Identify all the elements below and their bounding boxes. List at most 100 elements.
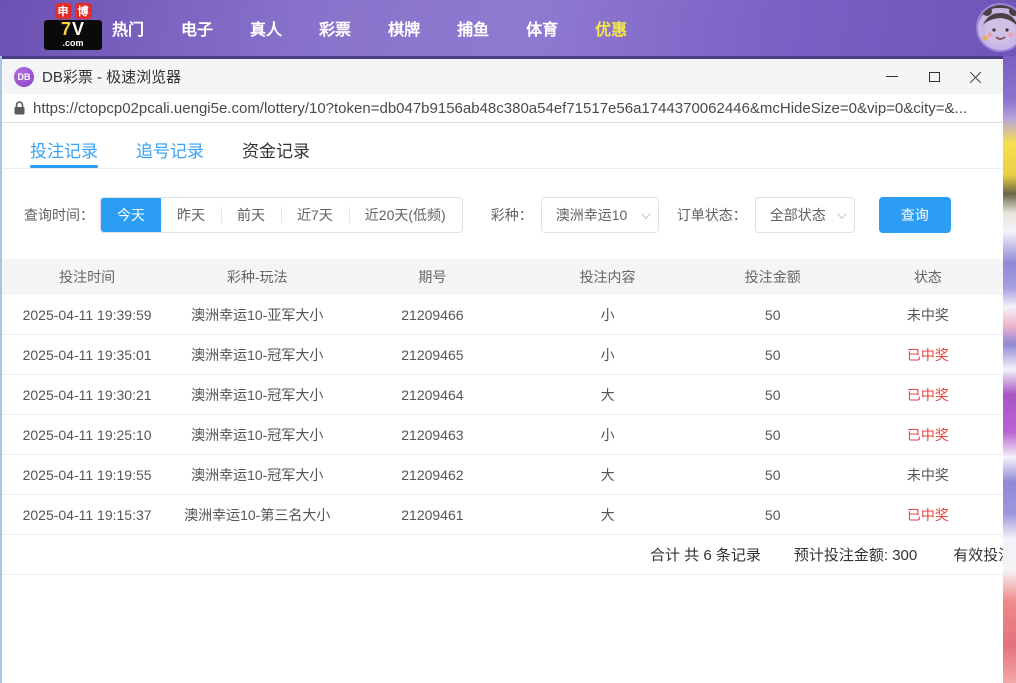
bet-issue: 21209466 xyxy=(342,307,522,323)
status-filter-label: 订单状态： xyxy=(677,205,747,225)
bet-amount: 50 xyxy=(693,427,853,443)
bet-game: 澳洲幸运10-冠军大小 xyxy=(172,345,342,365)
status-badge: 已中奖 xyxy=(853,425,1003,445)
table-row: 2025-04-11 19:35:01 澳洲幸运10-冠军大小 21209465… xyxy=(2,335,1003,375)
chevron-down-icon xyxy=(641,209,651,219)
bet-time: 2025-04-11 19:15:37 xyxy=(2,507,172,523)
tab-fund-records[interactable]: 资金记录 xyxy=(242,137,310,168)
bet-issue: 21209462 xyxy=(342,467,522,483)
bet-amount: 50 xyxy=(693,387,853,403)
minimize-button[interactable] xyxy=(871,59,913,94)
filter-bar: 查询时间： 今天 昨天 前天 近7天 近20天(低频) 彩种： 澳洲幸运10 订… xyxy=(24,197,1003,233)
logo-badges: 申 博 xyxy=(44,3,102,19)
nav-item-cards[interactable]: 棋牌 xyxy=(388,16,420,40)
bet-time: 2025-04-11 19:35:01 xyxy=(2,347,172,363)
maximize-icon xyxy=(929,72,940,82)
window-title: DB彩票 - 极速浏览器 xyxy=(42,66,181,87)
lottery-select-value: 澳洲幸运10 xyxy=(556,205,628,225)
bet-amount: 50 xyxy=(693,467,853,483)
maximize-button[interactable] xyxy=(913,59,955,94)
bet-time: 2025-04-11 19:30:21 xyxy=(2,387,172,403)
bet-content: 小 xyxy=(522,305,692,325)
bet-content: 大 xyxy=(522,505,692,525)
bet-issue: 21209464 xyxy=(342,387,522,403)
lottery-select[interactable]: 澳洲幸运10 xyxy=(541,197,659,233)
window-titlebar[interactable]: DB DB彩票 - 极速浏览器 xyxy=(2,56,1003,94)
close-icon xyxy=(970,71,982,83)
logo-badge-bo: 博 xyxy=(75,3,92,19)
bet-amount: 50 xyxy=(693,307,853,323)
lock-icon xyxy=(14,101,25,115)
bet-game: 澳洲幸运10-冠军大小 xyxy=(172,425,342,445)
bet-time: 2025-04-11 19:39:59 xyxy=(2,307,172,323)
bet-time: 2025-04-11 19:19:55 xyxy=(2,467,172,483)
nav-item-promo[interactable]: 优惠 xyxy=(595,16,627,40)
browser-window: DB DB彩票 - 极速浏览器 https://ctopcp02pcali.ue… xyxy=(0,56,1003,683)
user-avatar[interactable] xyxy=(976,3,1016,52)
nav-item-sports[interactable]: 体育 xyxy=(526,16,558,40)
time-option-today[interactable]: 今天 xyxy=(101,197,161,233)
time-range-group: 今天 昨天 前天 近7天 近20天(低频) xyxy=(100,197,463,233)
table-summary-row: 合计 共 6 条记录 预计投注金额: 300 有效投注金 xyxy=(2,535,1003,575)
nav-item-lottery[interactable]: 彩票 xyxy=(319,16,351,40)
tab-chase-records[interactable]: 追号记录 xyxy=(136,137,204,168)
background-page-strip xyxy=(1003,56,1016,683)
nav-item-fishing[interactable]: 捕鱼 xyxy=(457,16,489,40)
col-header-amount: 投注金额 xyxy=(693,267,853,287)
bet-game: 澳洲幸运10-亚军大小 xyxy=(172,305,342,325)
status-badge: 已中奖 xyxy=(853,505,1003,525)
time-option-20days[interactable]: 近20天(低频) xyxy=(349,197,462,233)
time-option-yesterday[interactable]: 昨天 xyxy=(161,197,221,233)
table-row: 2025-04-11 19:15:37 澳洲幸运10-第三名大小 2120946… xyxy=(2,495,1003,535)
status-badge: 已中奖 xyxy=(853,385,1003,405)
logo-badge-shen: 申 xyxy=(55,3,72,19)
bet-amount: 50 xyxy=(693,507,853,523)
minimize-icon xyxy=(886,76,898,77)
top-navigation-bar: 申 博 7V .com 热门 电子 真人 彩票 棋牌 捕鱼 体育 优惠 xyxy=(0,0,1016,56)
chevron-down-icon xyxy=(837,209,847,219)
bet-issue: 21209463 xyxy=(342,427,522,443)
table-row: 2025-04-11 19:39:59 澳洲幸运10-亚军大小 21209466… xyxy=(2,295,1003,335)
bet-game: 澳洲幸运10-冠军大小 xyxy=(172,465,342,485)
summary-total-count: 合计 共 6 条记录 xyxy=(650,544,761,565)
col-header-game: 彩种-玩法 xyxy=(172,267,342,287)
bet-content: 大 xyxy=(522,385,692,405)
tab-bet-records[interactable]: 投注记录 xyxy=(30,137,98,168)
table-row: 2025-04-11 19:25:10 澳洲幸运10-冠军大小 21209463… xyxy=(2,415,1003,455)
status-badge: 未中奖 xyxy=(853,465,1003,485)
status-select-value: 全部状态 xyxy=(770,205,826,225)
time-filter-label: 查询时间： xyxy=(24,205,94,225)
bet-game: 澳洲幸运10-第三名大小 xyxy=(172,505,342,525)
bet-content: 小 xyxy=(522,345,692,365)
logo-seven: 7 xyxy=(61,19,72,39)
order-status-select[interactable]: 全部状态 xyxy=(755,197,855,233)
table-row: 2025-04-11 19:19:55 澳洲幸运10-冠军大小 21209462… xyxy=(2,455,1003,495)
nav-item-slots[interactable]: 电子 xyxy=(181,16,213,40)
site-logo[interactable]: 申 博 7V .com xyxy=(44,3,102,53)
bet-records-table: 投注时间 彩种-玩法 期号 投注内容 投注金额 状态 2025-04-11 19… xyxy=(2,259,1003,575)
col-header-issue: 期号 xyxy=(342,267,522,287)
nav-menu: 热门 电子 真人 彩票 棋牌 捕鱼 体育 优惠 xyxy=(112,16,627,40)
url-text[interactable]: https://ctopcp02pcali.uengi5e.com/lotter… xyxy=(33,100,967,117)
nav-item-hot[interactable]: 热门 xyxy=(112,16,144,40)
avatar-image xyxy=(978,5,1016,50)
summary-valid-amount: 有效投注金 xyxy=(953,544,1003,565)
logo-v: V xyxy=(72,19,85,39)
time-option-7days[interactable]: 近7天 xyxy=(281,197,349,233)
logo-7v-block: 7V .com xyxy=(44,20,102,50)
status-badge: 已中奖 xyxy=(853,345,1003,365)
db-favicon: DB xyxy=(14,67,34,87)
search-button[interactable]: 查询 xyxy=(879,197,951,233)
record-tabs: 投注记录 追号记录 资金记录 xyxy=(2,123,1003,169)
bet-issue: 21209461 xyxy=(342,507,522,523)
status-badge: 未中奖 xyxy=(853,305,1003,325)
time-option-daybefore[interactable]: 前天 xyxy=(221,197,281,233)
nav-item-live[interactable]: 真人 xyxy=(250,16,282,40)
col-header-time: 投注时间 xyxy=(2,267,172,287)
address-bar[interactable]: https://ctopcp02pcali.uengi5e.com/lotter… xyxy=(2,94,1003,123)
col-header-content: 投注内容 xyxy=(522,267,692,287)
bet-game: 澳洲幸运10-冠军大小 xyxy=(172,385,342,405)
window-controls xyxy=(871,59,997,94)
table-header-row: 投注时间 彩种-玩法 期号 投注内容 投注金额 状态 xyxy=(2,259,1003,295)
close-button[interactable] xyxy=(955,59,997,94)
